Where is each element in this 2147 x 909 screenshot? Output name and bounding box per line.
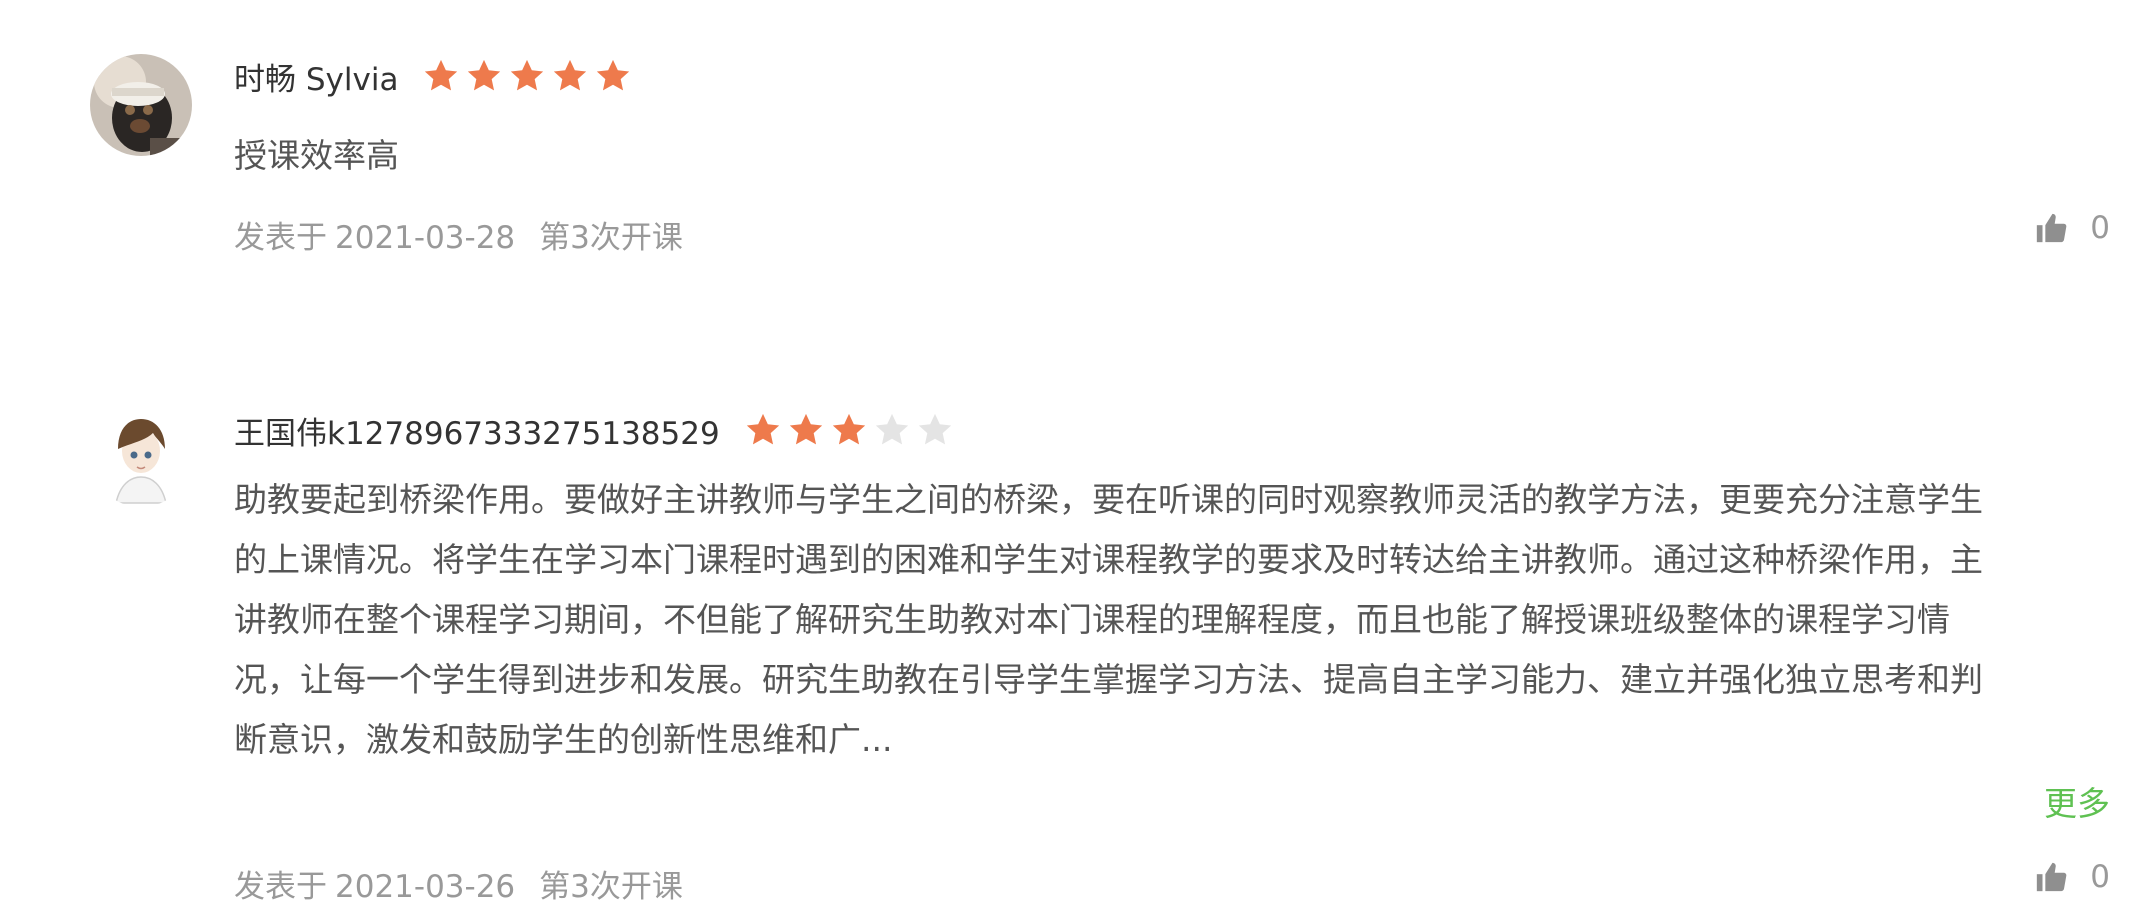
date-prefix: 发表于	[234, 869, 327, 905]
username[interactable]: 王国伟k1278967333275138529	[234, 408, 720, 453]
star-icon	[422, 57, 460, 95]
star-icon	[787, 411, 825, 449]
star-icon	[744, 411, 782, 449]
avatar[interactable]	[90, 405, 192, 507]
review-meta: 发表于 2021-03-28 第3次开课	[234, 212, 683, 257]
date-prefix: 发表于	[234, 220, 327, 256]
star-icon	[594, 57, 632, 95]
star-icon	[508, 57, 546, 95]
review-content: 授课效率高	[234, 136, 399, 175]
rating-stars	[422, 57, 637, 95]
like-count: 0	[2090, 859, 2110, 895]
thumbs-up-icon[interactable]	[2034, 860, 2068, 894]
course-session: 第3次开课	[539, 869, 683, 905]
thumbs-up-icon[interactable]	[2034, 211, 2068, 245]
course-session: 第3次开课	[539, 220, 683, 256]
star-icon	[916, 411, 954, 449]
review-item: 王国伟k1278967333275138529 助教要起到桥梁作用。要做好主讲教…	[0, 380, 2147, 909]
star-icon	[830, 411, 868, 449]
rating-stars	[744, 411, 959, 449]
star-icon	[465, 57, 503, 95]
review-meta: 发表于 2021-03-26 第3次开课	[234, 861, 683, 906]
review-item: 时畅 Sylvia 授课效率高 发表于 2021-03-28 第3次开课 0	[0, 0, 2147, 300]
more-link[interactable]: 更多	[2044, 777, 2110, 825]
like-button[interactable]: 0	[2034, 210, 2110, 246]
review-date: 2021-03-28	[335, 220, 516, 256]
review-date: 2021-03-26	[335, 869, 516, 905]
username[interactable]: 时畅 Sylvia	[234, 54, 398, 99]
review-content: 助教要起到桥梁作用。要做好主讲教师与学生之间的桥梁，要在听课的同时观察教师灵活的…	[234, 480, 1983, 759]
like-count: 0	[2090, 210, 2110, 246]
star-icon	[551, 57, 589, 95]
star-icon	[873, 411, 911, 449]
avatar[interactable]	[90, 54, 192, 156]
like-button[interactable]: 0	[2034, 859, 2110, 895]
